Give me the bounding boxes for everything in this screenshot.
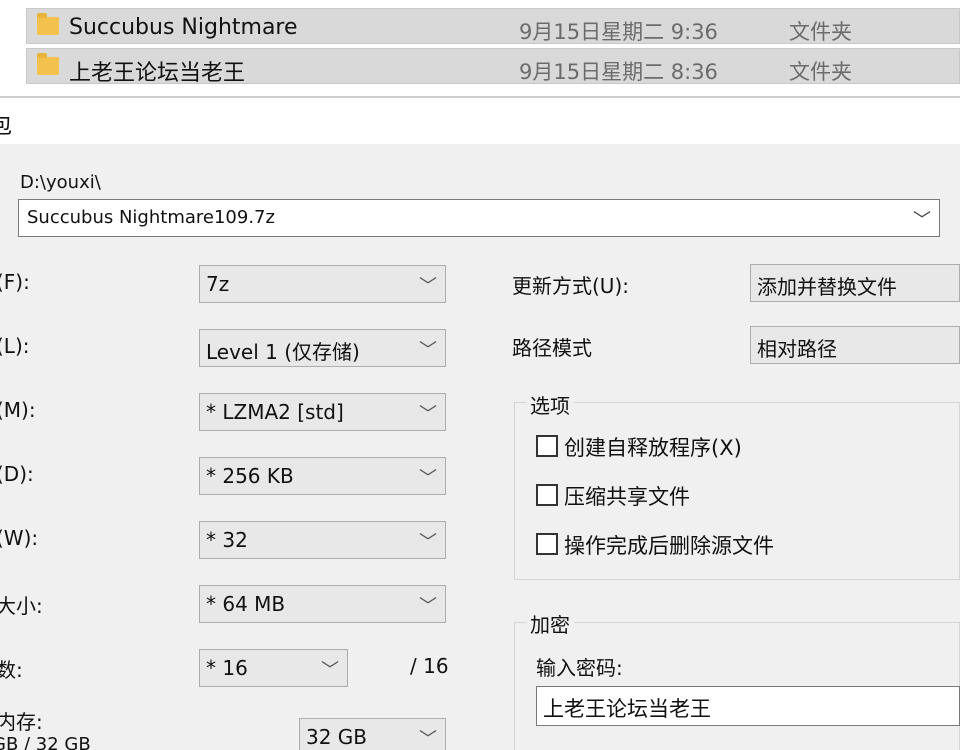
threads-value: * 16 — [206, 656, 248, 680]
update-mode-select[interactable]: 添加并替换文件 — [750, 264, 960, 302]
password-input[interactable]: 上老王论坛当老王 — [536, 686, 960, 726]
update-mode-value: 添加并替换文件 — [757, 275, 897, 299]
level-select[interactable]: Level 1 (仅存储) ﹀ — [199, 329, 446, 367]
archive-name-combobox[interactable]: Succubus Nightmare109.7z ﹀ — [18, 199, 940, 237]
method-select[interactable]: * LZMA2 [std] ﹀ — [199, 393, 446, 431]
checkbox[interactable] — [536, 533, 558, 555]
block-size-value: * 64 MB — [206, 592, 286, 616]
options-group-title: 选项 — [526, 390, 574, 419]
file-name: Succubus Nightmare — [69, 15, 298, 40]
method-label: (M): — [0, 398, 36, 422]
checkbox-label: 创建自释放程序(X) — [564, 436, 742, 460]
memory-value: 32 GB — [306, 725, 368, 749]
file-name: 上老王论坛当老王 — [69, 61, 246, 86]
memory-select[interactable]: 32 GB ﹀ — [299, 718, 446, 750]
path-mode-value: 相对路径 — [757, 337, 837, 361]
update-mode-label: 更新方式(U): — [512, 274, 629, 298]
format-value: 7z — [206, 272, 230, 296]
file-date: 9月15日星期二 9:36 — [519, 20, 718, 44]
chevron-down-icon[interactable]: ﹀ — [913, 206, 931, 232]
file-row[interactable]: Succubus Nightmare 9月15日星期二 9:36 文件夹 — [26, 8, 960, 44]
dictionary-label: (D): — [0, 462, 34, 486]
chevron-down-icon[interactable]: ﹀ — [419, 592, 437, 618]
threads-select[interactable]: * 16 ﹀ — [199, 649, 348, 687]
chevron-down-icon[interactable]: ﹀ — [419, 336, 437, 362]
method-value: * LZMA2 [std] — [206, 400, 344, 424]
file-row[interactable]: 上老王论坛当老王 9月15日星期二 8:36 文件夹 — [26, 48, 960, 86]
file-type: 文件夹 — [789, 60, 852, 84]
archive-name-value: Succubus Nightmare109.7z — [27, 207, 275, 228]
path-mode-label: 路径模式 — [512, 336, 592, 360]
dictionary-value: * 256 KB — [206, 464, 294, 488]
chevron-down-icon[interactable]: ﹀ — [419, 725, 437, 750]
checkbox-label: 操作完成后删除源文件 — [564, 534, 774, 558]
format-select[interactable]: 7z ﹀ — [199, 265, 446, 303]
word-size-select[interactable]: * 32 ﹀ — [199, 521, 446, 559]
checkbox[interactable] — [536, 435, 558, 457]
threads-label: 数: — [0, 658, 23, 682]
folder-icon — [37, 13, 59, 35]
chevron-down-icon[interactable]: ﹀ — [321, 656, 339, 682]
threads-max: / 16 — [410, 654, 449, 678]
folder-icon — [37, 53, 59, 75]
checkbox[interactable] — [536, 484, 558, 506]
file-date: 9月15日星期二 8:36 — [519, 60, 718, 84]
format-label: (F): — [0, 270, 30, 294]
level-label: (L): — [0, 334, 30, 358]
chevron-down-icon[interactable]: ﹀ — [419, 272, 437, 298]
archive-path-label: D:\youxi\ — [20, 172, 101, 193]
memory-label: 内存: — [0, 710, 43, 734]
encryption-group-title: 加密 — [526, 609, 574, 638]
password-value: 上老王论坛当老王 — [543, 697, 711, 721]
block-size-label: 大小: — [0, 594, 43, 618]
password-label: 输入密码: — [536, 656, 623, 680]
dialog-titlebar: 包 — [0, 98, 960, 144]
word-size-value: * 32 — [206, 528, 248, 552]
dictionary-select[interactable]: * 256 KB ﹀ — [199, 457, 446, 495]
chevron-down-icon[interactable]: ﹀ — [419, 528, 437, 554]
word-size-label: (W): — [0, 526, 39, 550]
checkbox-label: 压缩共享文件 — [564, 485, 690, 509]
block-size-select[interactable]: * 64 MB ﹀ — [199, 585, 446, 623]
chevron-down-icon[interactable]: ﹀ — [419, 400, 437, 426]
file-type: 文件夹 — [789, 20, 852, 44]
memory-sublabel: GB / 32 GB — [0, 734, 91, 750]
level-value: Level 1 (仅存储) — [206, 340, 360, 364]
dialog-title: 包 — [0, 114, 13, 139]
file-list: Succubus Nightmare 9月15日星期二 9:36 文件夹 上老王… — [0, 0, 960, 92]
path-mode-select[interactable]: 相对路径 — [750, 326, 960, 364]
chevron-down-icon[interactable]: ﹀ — [419, 464, 437, 490]
